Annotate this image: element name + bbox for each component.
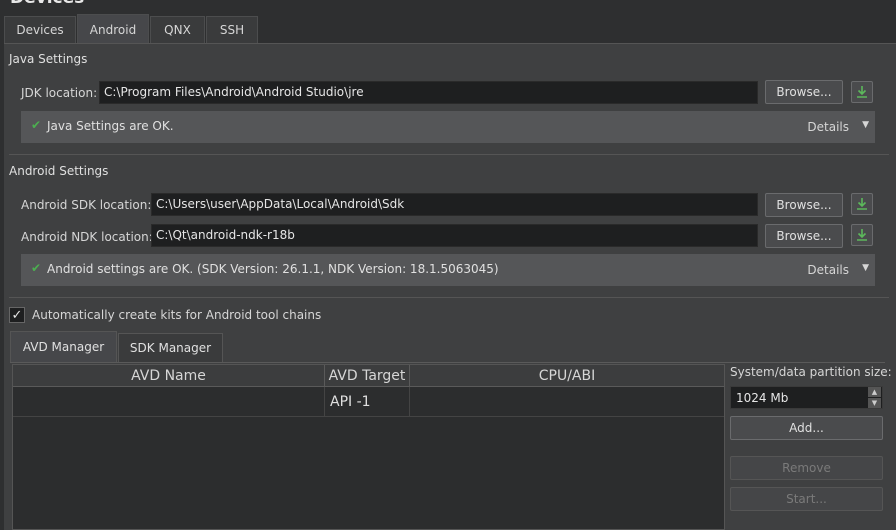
check-icon: ✔ bbox=[31, 261, 42, 275]
ndk-location-label: Android NDK location: bbox=[21, 230, 153, 244]
chevron-down-icon[interactable]: ▼ bbox=[868, 398, 881, 408]
tab-sdk-manager[interactable]: SDK Manager bbox=[118, 333, 223, 362]
chevron-down-icon[interactable]: ▼ bbox=[862, 120, 869, 130]
sdk-download-button[interactable] bbox=[851, 193, 873, 215]
java-status-bar: ✔ Java Settings are OK. Details ▼ bbox=[21, 111, 875, 143]
auto-kits-label: Automatically create kits for Android to… bbox=[32, 308, 322, 322]
ndk-download-button[interactable] bbox=[851, 224, 873, 246]
tab-devices[interactable]: Devices bbox=[4, 16, 76, 43]
tab-android[interactable]: Android bbox=[77, 14, 149, 44]
table-cell-avd-target[interactable]: API -1 bbox=[325, 387, 410, 417]
partition-size-value: 1024 Mb bbox=[736, 391, 789, 405]
divider bbox=[9, 154, 889, 155]
chevron-down-icon[interactable]: ▼ bbox=[862, 263, 869, 273]
add-avd-button[interactable]: Add... bbox=[730, 416, 883, 440]
start-avd-button[interactable]: Start... bbox=[730, 487, 883, 511]
checkmark-icon: ✓ bbox=[11, 307, 23, 323]
android-status-bar: ✔ Android settings are OK. (SDK Version:… bbox=[21, 254, 875, 286]
table-cell-avd-name[interactable] bbox=[13, 387, 325, 417]
android-details-link[interactable]: Details bbox=[807, 263, 849, 277]
sdk-location-field[interactable]: C:\Users\user\AppData\Local\Android\Sdk bbox=[151, 193, 758, 216]
jdk-download-button[interactable] bbox=[851, 81, 873, 103]
column-header-cpu-abi[interactable]: CPU/ABI bbox=[410, 365, 724, 387]
jdk-location-field[interactable]: C:\Program Files\Android\Android Studio\… bbox=[99, 81, 758, 104]
window-title: Devices bbox=[10, 0, 84, 8]
java-status-text: Java Settings are OK. bbox=[47, 119, 174, 133]
auto-kits-checkbox[interactable]: ✓ bbox=[9, 307, 25, 323]
java-settings-title: Java Settings bbox=[9, 52, 88, 66]
jdk-location-label: JDK location: bbox=[21, 86, 98, 100]
tab-ssh[interactable]: SSH bbox=[206, 16, 258, 43]
ndk-browse-button[interactable]: Browse... bbox=[765, 224, 843, 248]
check-icon: ✔ bbox=[31, 118, 42, 132]
column-header-avd-name[interactable]: AVD Name bbox=[13, 365, 325, 387]
table-cell-cpu-abi[interactable] bbox=[410, 387, 724, 417]
download-icon bbox=[857, 198, 867, 210]
divider bbox=[10, 362, 885, 363]
java-details-link[interactable]: Details bbox=[807, 120, 849, 134]
ndk-location-field[interactable]: C:\Qt\android-ndk-r18b bbox=[151, 224, 758, 247]
android-status-text: Android settings are OK. (SDK Version: 2… bbox=[47, 262, 499, 276]
sdk-location-label: Android SDK location: bbox=[21, 198, 152, 212]
column-header-avd-target[interactable]: AVD Target bbox=[325, 365, 410, 387]
remove-avd-button[interactable]: Remove bbox=[730, 456, 883, 480]
download-icon bbox=[857, 86, 867, 98]
sdk-browse-button[interactable]: Browse... bbox=[765, 193, 843, 217]
tab-qnx[interactable]: QNX bbox=[150, 16, 205, 43]
android-settings-title: Android Settings bbox=[9, 164, 109, 178]
download-icon bbox=[857, 229, 867, 241]
divider bbox=[9, 297, 889, 298]
partition-size-label: System/data partition size: bbox=[730, 365, 892, 379]
jdk-browse-button[interactable]: Browse... bbox=[765, 80, 843, 104]
tab-avd-manager[interactable]: AVD Manager bbox=[10, 331, 117, 362]
avd-table[interactable]: AVD Name AVD Target CPU/ABI API -1 bbox=[12, 364, 725, 530]
chevron-up-icon[interactable]: ▲ bbox=[868, 387, 881, 397]
partition-size-spinbox[interactable]: 1024 Mb ▲ ▼ bbox=[730, 386, 883, 409]
